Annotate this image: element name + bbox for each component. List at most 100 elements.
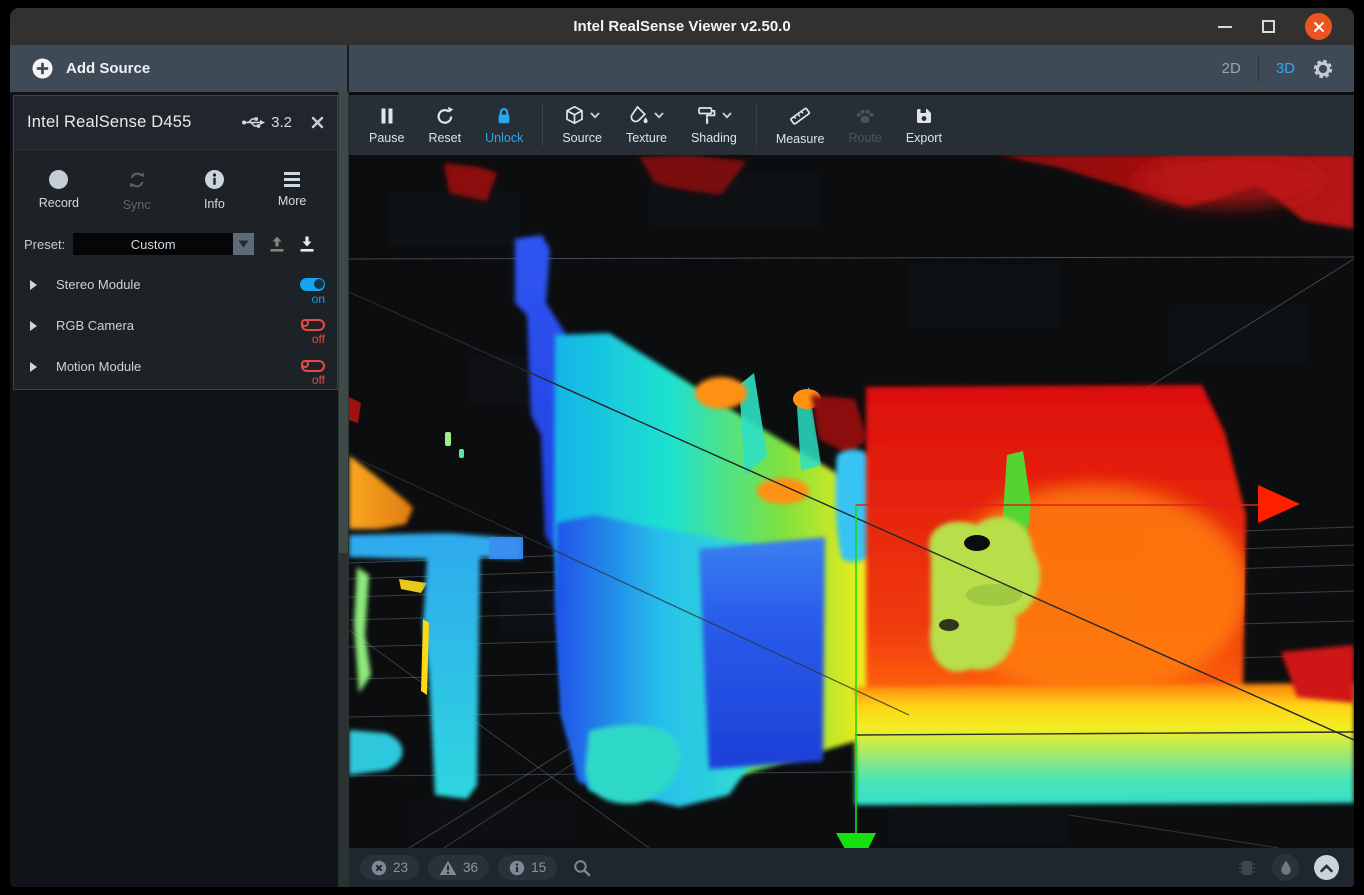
paint-roller-icon bbox=[696, 105, 717, 126]
shading-button[interactable]: Shading bbox=[679, 95, 749, 155]
add-source-button[interactable]: Add Source bbox=[10, 45, 349, 92]
collapse-log-button[interactable] bbox=[1314, 855, 1339, 880]
texture-button[interactable]: Texture bbox=[614, 95, 679, 155]
preset-row: Preset: Custom bbox=[14, 224, 337, 264]
settings-gear-icon[interactable] bbox=[1312, 58, 1334, 80]
source-button[interactable]: Source bbox=[550, 95, 614, 155]
add-source-label: Add Source bbox=[66, 60, 150, 77]
record-button[interactable]: Record bbox=[20, 156, 98, 224]
device-close-button[interactable] bbox=[311, 116, 324, 129]
device-actions: Record Sync bbox=[14, 150, 337, 224]
unlock-button[interactable]: Unlock bbox=[473, 95, 535, 155]
route-button[interactable]: Route bbox=[836, 95, 893, 155]
ruler-icon bbox=[789, 105, 811, 127]
tab-2d[interactable]: 2D bbox=[1222, 60, 1241, 77]
viewport-toolbar: Pause Reset Unlock bbox=[349, 95, 1354, 155]
pointcloud-scene[interactable] bbox=[349, 155, 1354, 848]
info-count: 15 bbox=[531, 860, 546, 875]
lock-icon bbox=[494, 106, 514, 126]
upload-icon bbox=[269, 236, 285, 253]
pause-icon bbox=[377, 106, 397, 126]
usb-version: 3.2 bbox=[271, 114, 292, 131]
usb-icon bbox=[241, 115, 266, 130]
device-name: Intel RealSense D455 bbox=[27, 113, 192, 132]
sync-button[interactable]: Sync bbox=[98, 156, 176, 224]
info-button[interactable]: Info bbox=[176, 156, 254, 224]
expand-arrow-icon bbox=[29, 361, 38, 373]
reset-icon bbox=[435, 106, 455, 126]
download-preset-button[interactable] bbox=[299, 236, 315, 253]
maximize-button[interactable] bbox=[1262, 20, 1275, 33]
title-bar: Intel RealSense Viewer v2.50.0 bbox=[10, 8, 1354, 45]
module-row-motion[interactable]: Motion Module off bbox=[14, 346, 337, 387]
chevron-down-icon bbox=[722, 112, 732, 119]
scrollbar-thumb[interactable] bbox=[339, 92, 348, 553]
preset-value: Custom bbox=[131, 237, 176, 252]
app-window: Intel RealSense Viewer v2.50.0 Add Sourc… bbox=[10, 8, 1354, 887]
save-icon bbox=[914, 106, 934, 126]
plus-circle-icon bbox=[32, 58, 53, 79]
info-icon bbox=[204, 169, 225, 190]
export-button[interactable]: Export bbox=[894, 95, 954, 155]
usb-version-badge: 3.2 bbox=[241, 114, 292, 131]
sync-icon bbox=[126, 169, 148, 191]
module-row-rgb[interactable]: RGB Camera off bbox=[14, 305, 337, 346]
device-panel-header: Intel RealSense D455 3.2 bbox=[14, 96, 337, 150]
paint-bucket-icon bbox=[628, 105, 649, 126]
device-panel: Intel RealSense D455 3.2 bbox=[13, 95, 338, 390]
warning-icon bbox=[439, 860, 457, 876]
device-panel-column: Intel RealSense D455 3.2 bbox=[10, 92, 349, 887]
header-bar: Add Source 2D 3D bbox=[10, 45, 1354, 92]
caret-down-icon bbox=[238, 240, 249, 248]
main-area: Intel RealSense D455 3.2 bbox=[10, 92, 1354, 887]
error-count: 23 bbox=[393, 860, 408, 875]
rgb-camera-toggle[interactable] bbox=[301, 319, 325, 331]
error-icon bbox=[371, 860, 387, 876]
expand-arrow-icon bbox=[29, 320, 38, 332]
close-icon bbox=[1313, 21, 1325, 33]
toolbar-divider bbox=[756, 104, 757, 146]
chevron-down-icon bbox=[654, 112, 664, 119]
hamburger-icon bbox=[284, 172, 300, 187]
cube-icon bbox=[564, 105, 585, 126]
upload-preset-button[interactable] bbox=[269, 236, 285, 253]
download-icon bbox=[299, 236, 315, 253]
stereo-module-toggle[interactable] bbox=[300, 278, 325, 291]
toolbar-divider bbox=[542, 104, 543, 146]
paw-icon bbox=[854, 106, 876, 126]
close-icon bbox=[311, 116, 324, 129]
reset-button[interactable]: Reset bbox=[416, 95, 473, 155]
droplet-icon bbox=[1280, 860, 1292, 875]
tab-3d[interactable]: 3D bbox=[1276, 60, 1295, 77]
preset-caret-button[interactable] bbox=[233, 233, 254, 255]
measure-button[interactable]: Measure bbox=[764, 95, 837, 155]
motion-module-state: off bbox=[312, 373, 325, 387]
chevron-down-icon bbox=[590, 112, 600, 119]
mode-divider bbox=[1258, 56, 1259, 82]
record-icon bbox=[49, 170, 68, 189]
chevron-up-icon bbox=[1319, 863, 1334, 873]
panel-scrollbar[interactable] bbox=[338, 92, 349, 887]
warning-count: 36 bbox=[463, 860, 478, 875]
expand-arrow-icon bbox=[29, 279, 38, 291]
log-search-button[interactable] bbox=[573, 859, 591, 877]
rgb-camera-state: off bbox=[312, 332, 325, 346]
errors-pill[interactable]: 23 bbox=[360, 855, 419, 880]
preset-label: Preset: bbox=[24, 237, 65, 252]
water-drop-button[interactable] bbox=[1272, 854, 1299, 881]
more-button[interactable]: More bbox=[253, 156, 331, 224]
status-bar: 23 36 15 bbox=[349, 848, 1354, 887]
info-icon bbox=[509, 860, 525, 876]
info-pill[interactable]: 15 bbox=[498, 855, 557, 880]
preset-dropdown[interactable]: Custom bbox=[73, 233, 233, 255]
module-row-stereo[interactable]: Stereo Module on bbox=[14, 264, 337, 305]
search-icon bbox=[573, 859, 591, 877]
stereo-module-state: on bbox=[312, 292, 325, 306]
motion-module-toggle[interactable] bbox=[301, 360, 325, 372]
close-button[interactable] bbox=[1305, 13, 1332, 40]
minimize-button[interactable] bbox=[1218, 26, 1232, 28]
warnings-pill[interactable]: 36 bbox=[428, 855, 489, 880]
pause-button[interactable]: Pause bbox=[357, 95, 416, 155]
window-title: Intel RealSense Viewer v2.50.0 bbox=[573, 18, 790, 35]
cpu-chip-icon[interactable] bbox=[1237, 857, 1257, 879]
